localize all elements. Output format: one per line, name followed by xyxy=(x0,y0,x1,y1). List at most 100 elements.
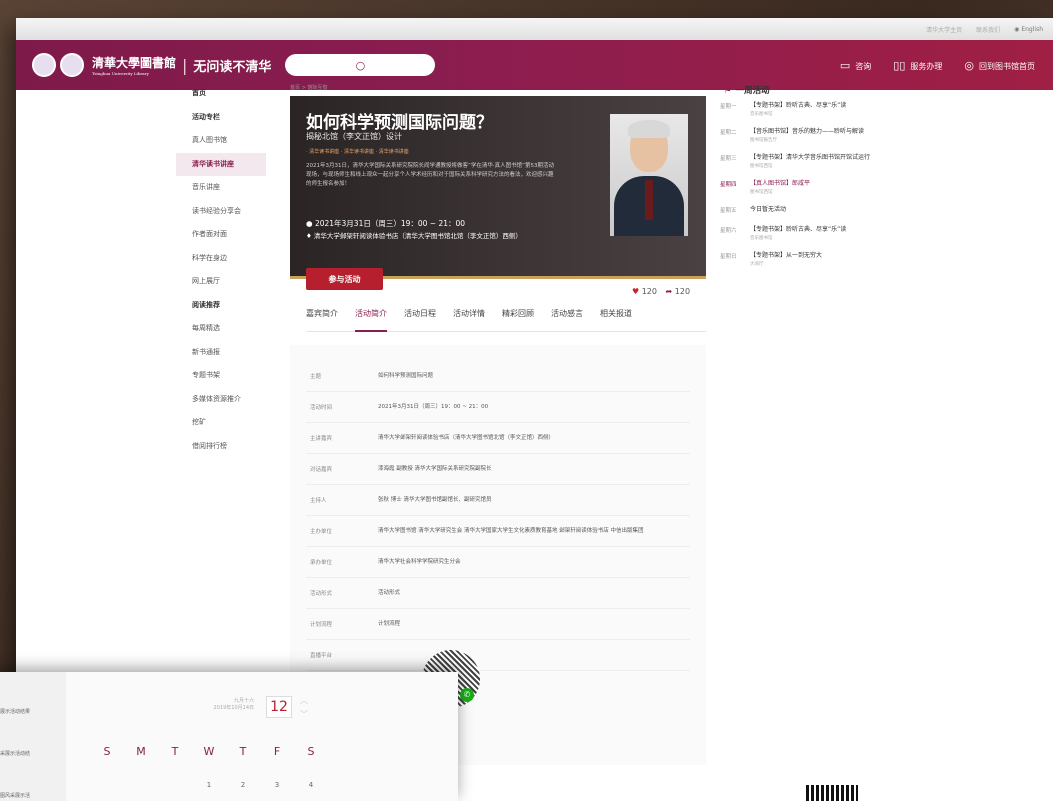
sidebar-item[interactable]: 每周精选 xyxy=(176,317,266,341)
library-home-link[interactable]: ◎ 回到图书馆首页 xyxy=(964,59,1035,72)
weekly-location: 图书馆报告厅 xyxy=(750,138,777,143)
wechat-logo-icon: ✆ xyxy=(460,688,474,702)
event-tags[interactable]: · 清华读书讲座 · 清华读书讲座 · 清华读书讲座 xyxy=(306,148,409,155)
sidebar-item[interactable]: 真人图书馆 xyxy=(176,129,266,153)
sidebar-item[interactable]: 清华读书讲座 xyxy=(176,152,266,176)
event-tab[interactable]: 相关报道 xyxy=(600,304,632,332)
sidebar-item[interactable]: 作者面对面 xyxy=(176,223,266,247)
like-icon[interactable]: ♥ xyxy=(632,287,639,296)
weekly-location: 图书馆西馆 xyxy=(750,190,773,195)
chevron-up-icon[interactable]: ︿ xyxy=(300,696,308,705)
clock-icon: ● xyxy=(306,219,313,228)
photo-tie xyxy=(645,180,653,220)
sidebar-item[interactable]: 读书经验分享会 xyxy=(176,200,266,224)
english-link[interactable]: ◉ English xyxy=(1014,26,1043,33)
calendar-day[interactable]: 4 xyxy=(294,781,328,789)
calendar-day[interactable]: 1 xyxy=(192,781,226,789)
chevron-down-icon[interactable]: ﹀ xyxy=(300,710,308,719)
detail-value: 清华大学社会科学学院研究生分会 xyxy=(378,559,461,565)
calendar-day-box: 12 xyxy=(266,696,292,718)
library-logo[interactable]: 清華大學圖書館 Tsinghua University Library xyxy=(92,54,176,76)
library-emblem-icon xyxy=(60,53,84,77)
share-count: 120 xyxy=(674,287,691,296)
detail-key: 主题 xyxy=(310,374,322,380)
calendar-day[interactable] xyxy=(90,781,124,789)
weekly-title-item: 【专题书架】从一到无穷大 xyxy=(750,252,823,259)
calendar-widget: 展示活动结果 采展示活动结 图风采展示活 九月十六 2019年10月14日 12 … xyxy=(0,672,458,801)
weekday-label: W xyxy=(203,745,215,758)
services-link[interactable]: ▯▯ 服务办理 xyxy=(893,59,942,72)
share-icon[interactable]: ➦ xyxy=(666,287,673,296)
detail-key: 直播平台 xyxy=(310,653,333,659)
sidebar-item[interactable]: 活动专栏 xyxy=(176,106,266,130)
weekly-item[interactable]: 星期五 今日暂无活动 xyxy=(720,206,920,215)
event-tab[interactable]: 活动详情 xyxy=(453,304,485,332)
join-event-button[interactable]: 参与活动 xyxy=(306,268,383,290)
event-title: 如何科学预测国际问题？ xyxy=(306,113,493,133)
sidebar-item[interactable]: 音乐讲座 xyxy=(176,176,266,200)
weekly-item[interactable]: 星期六 【专题书架】聆听古典、尽享“乐”读 音乐图书馆 xyxy=(720,226,920,241)
tsinghua-home-link[interactable]: 清华大学主页 xyxy=(926,25,962,34)
event-subtitle: 揭秘北馆（李文正馆）设计 xyxy=(306,132,402,141)
weekly-item[interactable]: 星期四 【真人图书馆】郎咸平 图书馆西馆 xyxy=(720,180,920,195)
sidebar-item[interactable]: 挖矿 xyxy=(176,411,266,435)
weekly-title-item: 【专题书架】清华大学音乐图书馆开馆试运行 xyxy=(750,154,871,161)
weekday-header: SMTWTFS xyxy=(90,745,328,758)
sidebar-item[interactable]: 多媒体资源推介 xyxy=(176,388,266,412)
weekday-label: T xyxy=(239,745,247,758)
calendar-day[interactable] xyxy=(124,781,158,789)
footer-qr-code xyxy=(806,785,858,801)
weekly-list: 星期一 【专题书架】聆听古典、尽享“乐”读 音乐图书馆 星期二 【音乐图书馆】音乐的魅力… xyxy=(720,102,920,267)
event-tab[interactable]: 活动感言 xyxy=(551,304,583,332)
slogan: 无问读不清华 xyxy=(193,59,272,75)
event-tab[interactable]: 精彩回顾 xyxy=(502,304,534,332)
weekly-item[interactable]: 星期二 【音乐图书馆】音乐的魅力——聆听与解读 图书馆报告厅 xyxy=(720,128,920,143)
sidebar-item[interactable]: 科学在身边 xyxy=(176,247,266,271)
sidebar-item[interactable]: 阅读推荐 xyxy=(176,294,266,318)
calendar-day[interactable] xyxy=(158,781,192,789)
logo-subtitle: Tsinghua University Library xyxy=(92,71,149,76)
sidebar-item[interactable]: 首页 xyxy=(176,82,266,106)
event-tab[interactable]: 嘉宾简介 xyxy=(306,304,338,332)
event-description: 2021年3月31日，清华大学国际关系研究院院长阎学通教授将做客“学在清华·真人… xyxy=(306,163,554,187)
detail-value: 张秋 博士 清华大学图书馆副馆长、副研究馆员 xyxy=(378,497,492,503)
sidebar-item[interactable]: 网上展厅 xyxy=(176,270,266,294)
calendar-day[interactable]: 3 xyxy=(260,781,294,789)
weekly-item[interactable]: 星期一 【专题书架】聆听古典、尽享“乐”读 音乐图书馆 xyxy=(720,102,920,117)
side-item[interactable]: 图风采展示活 xyxy=(0,792,30,799)
contact-link[interactable]: 联系我们 xyxy=(976,25,1000,34)
breadcrumb[interactable]: 首页 > 馆际互借 xyxy=(290,84,327,91)
weekly-day: 星期六 xyxy=(720,228,737,234)
weekly-day: 星期四 xyxy=(720,182,737,188)
side-item[interactable]: 展示活动结果 xyxy=(0,708,30,715)
event-place: ♦ 清华大学邺架轩阅读体验书店（清华大学图书馆北馆（李文正馆）西侧） xyxy=(306,230,522,240)
weekly-item[interactable]: 星期日 【专题书架】从一到无穷大 大阅厅 xyxy=(720,252,920,267)
weekly-content: 【音乐图书馆】音乐的魅力——聆听与解读 图书馆报告厅 xyxy=(750,128,870,143)
detail-row: 活动形式 活动形式 xyxy=(306,578,690,609)
weekly-content: 【专题书架】聆听古典、尽享“乐”读 音乐图书馆 xyxy=(750,226,870,241)
detail-row: 计划流程 计划流程 xyxy=(306,609,690,640)
user-icon: ◎ xyxy=(964,58,974,72)
weekly-title-text: 一周活动 xyxy=(735,86,770,96)
detail-row: 对话嘉宾 漆海霞 副教授 清华大学国际关系研究院副院长 xyxy=(306,454,690,485)
consult-link[interactable]: ▭ 咨询 xyxy=(840,59,871,72)
weekly-location: 图书馆西馆 xyxy=(750,164,773,169)
detail-key: 承办单位 xyxy=(310,560,333,566)
sidebar-item[interactable]: 新书通报 xyxy=(176,341,266,365)
consult-label: 咨询 xyxy=(855,61,872,71)
side-item[interactable]: 采展示活动结 xyxy=(0,750,30,757)
event-tab[interactable]: 活动简介 xyxy=(355,304,387,332)
search-icon[interactable]: ○ xyxy=(356,59,366,72)
calendar-days: 1234 xyxy=(90,781,328,789)
detail-row: 主讲嘉宾 清华大学邺架轩阅读体验书店（清华大学图书馆北馆（李文正馆）西侧） xyxy=(306,423,690,454)
detail-row: 主题 如何科学预测国际问题 xyxy=(306,361,690,392)
event-tabs: 嘉宾简介 活动简介 活动日程 活动详情 精彩回顾 活动感言 相关报道 xyxy=(306,304,706,332)
detail-value: 活动形式 xyxy=(378,590,401,596)
calendar-day[interactable]: 2 xyxy=(226,781,260,789)
sidebar-item[interactable]: 借阅排行榜 xyxy=(176,435,266,459)
detail-key: 对话嘉宾 xyxy=(310,467,333,473)
event-tab[interactable]: 活动日程 xyxy=(404,304,436,332)
sidebar-item[interactable]: 专题书架 xyxy=(176,364,266,388)
search-input[interactable]: ○ xyxy=(285,54,436,76)
weekly-item[interactable]: 星期三 【专题书架】清华大学音乐图书馆开馆试运行 图书馆西馆 xyxy=(720,154,920,169)
